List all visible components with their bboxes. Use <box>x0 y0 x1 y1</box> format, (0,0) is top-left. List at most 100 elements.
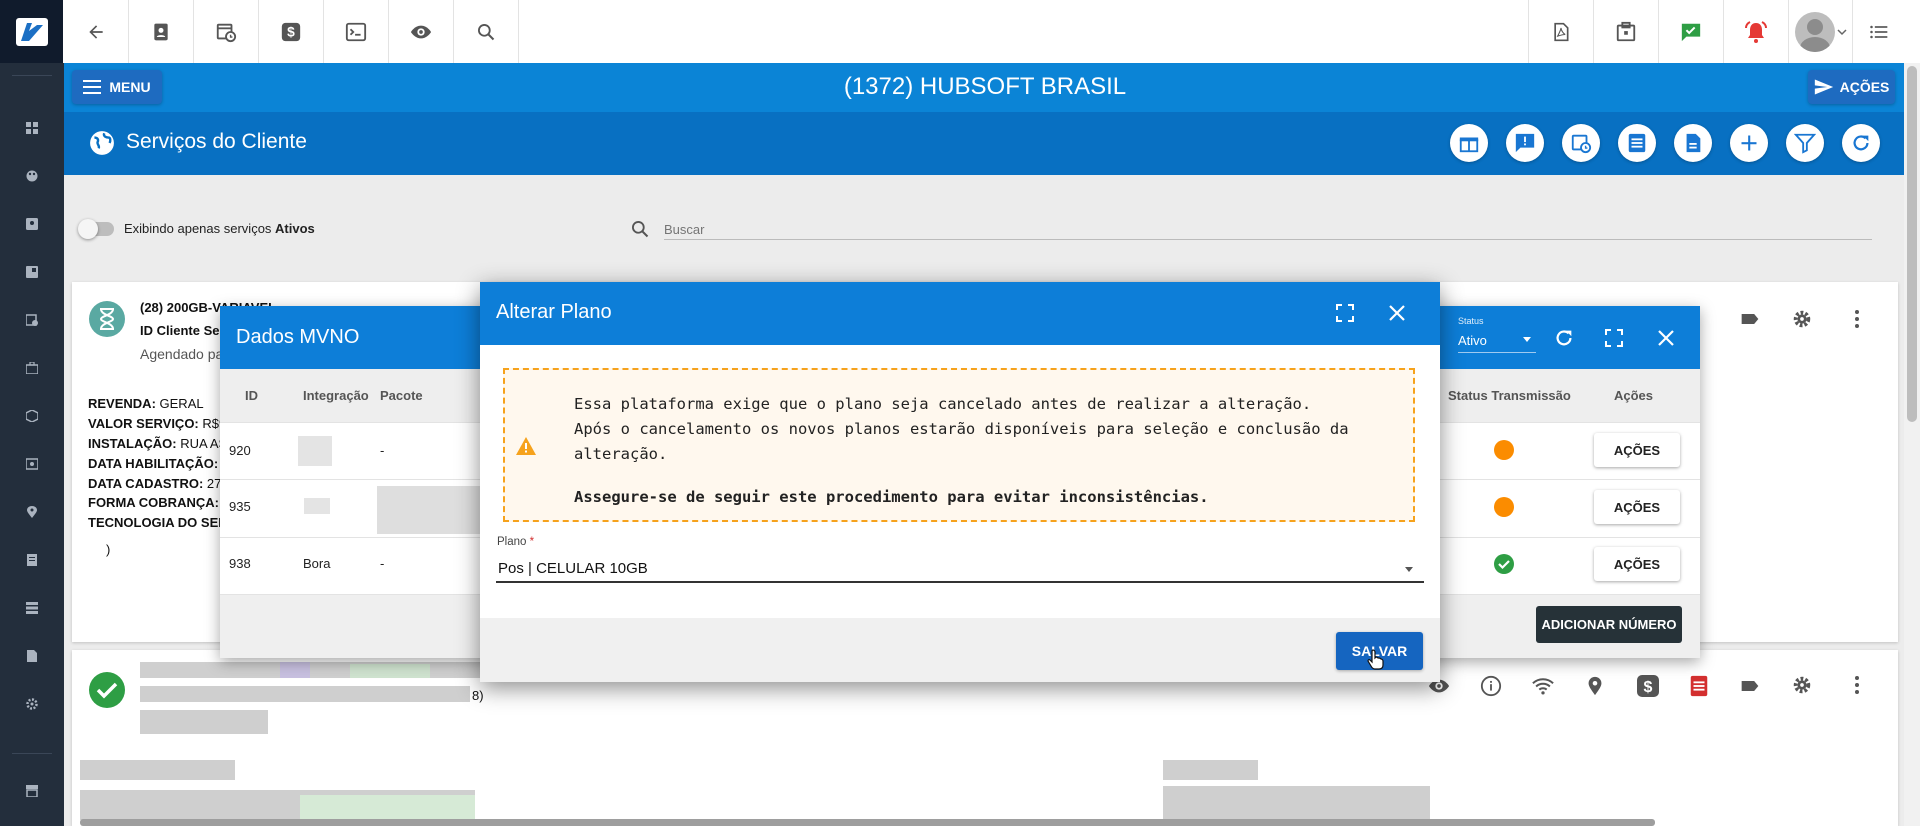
row-acoes-button[interactable]: AÇÕES <box>1594 547 1680 581</box>
column-acoes: Ações <box>1614 388 1654 403</box>
sidebar-item-dashboard[interactable] <box>0 113 64 143</box>
app-logo[interactable] <box>0 0 63 63</box>
redacted-detail <box>1163 760 1258 780</box>
more-vert-icon[interactable] <box>1847 308 1867 330</box>
file-button[interactable] <box>1674 124 1712 162</box>
sidebar-item-book[interactable] <box>0 257 64 287</box>
client-title: (1372) HUBSOFT BRASIL <box>843 73 1127 100</box>
wifi-icon[interactable] <box>1532 675 1554 697</box>
dropdown-arrow-icon <box>1523 337 1531 342</box>
dollar-icon: $ <box>281 22 301 41</box>
sidebar-item-store[interactable] <box>0 776 64 806</box>
tag-icon[interactable] <box>1740 309 1760 329</box>
column-status-transmissao: Status Transmissão <box>1448 388 1571 403</box>
refresh-icon[interactable] <box>1553 327 1575 349</box>
sidebar-item-servers[interactable] <box>0 593 64 623</box>
chat-button[interactable] <box>1658 0 1723 63</box>
view-button[interactable] <box>389 0 454 63</box>
redacted-integracao <box>298 436 332 466</box>
status-select[interactable]: Ativo <box>1458 328 1536 353</box>
chevron-down-icon <box>1837 28 1847 35</box>
alert-message-button[interactable] <box>1506 124 1544 162</box>
close-icon[interactable] <box>1388 304 1406 322</box>
invoice-icon[interactable] <box>1688 675 1710 697</box>
redacted-service-status <box>140 710 268 734</box>
document-icon <box>27 554 37 566</box>
search-button[interactable] <box>454 0 519 63</box>
schedule-service-button[interactable] <box>1562 124 1600 162</box>
terminal-button[interactable] <box>324 0 389 63</box>
file-icon <box>1686 133 1701 153</box>
row-acoes-button[interactable]: AÇÕES <box>1594 433 1680 467</box>
sidebar-item-documents[interactable] <box>0 545 64 575</box>
search-input[interactable] <box>664 219 1264 239</box>
redacted-detail <box>1163 786 1430 822</box>
gear-icon[interactable] <box>1791 308 1813 330</box>
finance-button[interactable]: $ <box>259 0 324 63</box>
alert-message-icon <box>1515 133 1535 153</box>
sidebar-item-briefcase[interactable] <box>0 353 64 383</box>
more-vert-icon[interactable] <box>1847 674 1867 696</box>
back-button[interactable] <box>64 0 129 63</box>
status-pending-dot <box>1494 497 1514 517</box>
user-menu[interactable] <box>1788 0 1853 63</box>
list-button[interactable] <box>1618 124 1656 162</box>
fullscreen-icon[interactable] <box>1336 304 1354 322</box>
schedule-icon <box>1571 134 1592 154</box>
add-button[interactable] <box>1730 124 1768 162</box>
gift-button[interactable] <box>1450 124 1488 162</box>
sidebar-item-money[interactable] <box>0 449 64 479</box>
warning-message: Essa plataforma exige que o plano seja c… <box>574 392 1374 467</box>
tag-icon[interactable] <box>1740 676 1760 696</box>
row-integracao: Bora <box>303 556 331 571</box>
client-id-line: ID Cliente Se <box>140 323 220 338</box>
fullscreen-icon[interactable] <box>1605 329 1623 347</box>
location-icon <box>27 506 37 518</box>
gear-icon[interactable] <box>1791 674 1813 696</box>
status-select-label: Status <box>1458 316 1484 326</box>
chat-check-icon <box>1681 23 1701 41</box>
file-icon <box>27 650 37 662</box>
column-integracao: Integração <box>303 388 369 403</box>
sidebar-item-contacts[interactable] <box>0 209 64 239</box>
sidebar-item-files[interactable] <box>0 641 64 671</box>
list-icon <box>1870 25 1888 38</box>
row-acoes-button[interactable]: AÇÕES <box>1594 490 1680 524</box>
acoes-button[interactable]: AÇÕES <box>1808 70 1895 104</box>
redacted-integracao <box>304 498 330 514</box>
detail-forma-cobranca: FORMA COBRANÇA: <box>88 495 219 510</box>
calendar-button[interactable] <box>1593 0 1658 63</box>
alarm-button[interactable] <box>1723 0 1788 63</box>
change-plan-dialog-header: Alterar Plano <box>480 282 1440 345</box>
list-icon <box>1628 133 1646 153</box>
menu-button[interactable]: MENU <box>72 70 162 104</box>
top-toolbar: $ <box>0 0 1920 64</box>
sidebar-item-clock[interactable] <box>0 305 64 335</box>
add-number-button[interactable]: ADICIONAR NÚMERO <box>1536 606 1682 643</box>
toggle-knob[interactable] <box>78 219 98 239</box>
sidebar-item-settings[interactable] <box>0 689 64 719</box>
contact-card-icon <box>154 23 168 40</box>
change-plan-dialog-title: Alterar Plano <box>496 301 612 323</box>
sidebar-item-location[interactable] <box>0 497 64 527</box>
contact-card-button[interactable] <box>129 0 194 63</box>
detail-tecnologia: TECNOLOGIA DO SER <box>88 515 228 530</box>
close-icon[interactable] <box>1657 329 1675 347</box>
refresh-button[interactable] <box>1842 124 1880 162</box>
filter-button[interactable] <box>1786 124 1824 162</box>
detail-revenda: REVENDA: GERAL <box>88 396 204 411</box>
acoes-label: AÇÕES <box>1839 79 1890 95</box>
schedule-button[interactable] <box>194 0 259 63</box>
info-icon[interactable] <box>1480 675 1502 697</box>
horizontal-scrollbar[interactable] <box>80 819 1655 826</box>
sidebar-item-palette[interactable] <box>0 161 64 191</box>
pdf-button[interactable] <box>1528 0 1593 63</box>
sidebar-item-box[interactable] <box>0 401 64 431</box>
dollar-icon[interactable]: $ <box>1636 674 1660 698</box>
location-pin-icon[interactable] <box>1584 675 1606 697</box>
list-button[interactable] <box>1852 0 1905 63</box>
scrollbar-thumb[interactable] <box>1907 66 1917 422</box>
detail-data-habilitacao: DATA HABILITAÇÃO: <box>88 456 219 471</box>
back-arrow-icon <box>89 24 103 39</box>
status-select-value: Ativo <box>1458 333 1487 348</box>
